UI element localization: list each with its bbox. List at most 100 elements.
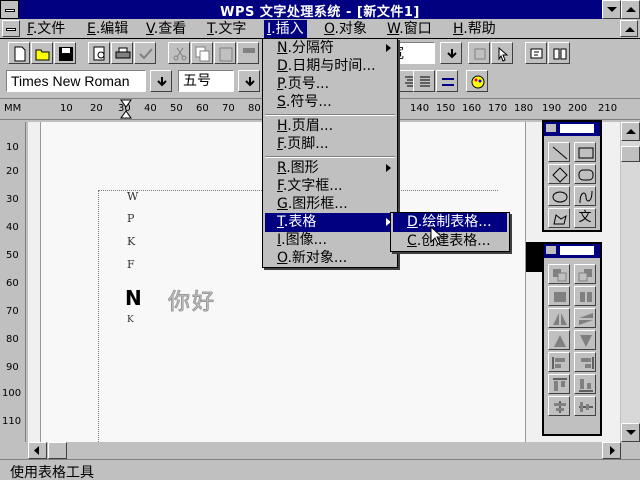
rectangle-icon	[578, 147, 594, 159]
font-size-dropdown[interactable]	[238, 70, 260, 92]
ruler-tick: 200	[568, 103, 588, 114]
width-combo-dropdown[interactable]	[440, 42, 462, 64]
align-left-icon	[552, 357, 565, 369]
menu-edit[interactable]: E.编辑	[84, 20, 131, 38]
font-size-combo[interactable]: 五号	[178, 70, 234, 92]
line-tool-button[interactable]	[548, 142, 570, 162]
curve-tool-button[interactable]	[574, 186, 596, 206]
horizontal-scrollbar[interactable]	[28, 442, 621, 459]
format-painter-button[interactable]	[237, 42, 259, 64]
menu-object[interactable]: O.对象	[321, 20, 370, 38]
menu-item-footer[interactable]: F.页脚...	[265, 135, 395, 154]
font-name-dropdown[interactable]	[150, 70, 172, 92]
menu-item-text-frame[interactable]: F.文字框...	[265, 177, 395, 196]
palette-dock-handle[interactable]	[526, 242, 542, 272]
maximize-button[interactable]	[621, 0, 640, 19]
menu-help[interactable]: H.帮助	[450, 20, 499, 38]
menu-object-key: O	[324, 21, 335, 37]
open-button[interactable]	[31, 42, 53, 64]
menu-item-graphic[interactable]: R.图形	[265, 159, 395, 178]
document-restore-button[interactable]	[620, 20, 638, 37]
copy-button[interactable]	[191, 42, 213, 64]
diamond-tool-button[interactable]	[548, 164, 570, 184]
align-center-vertical-button[interactable]	[574, 396, 596, 416]
doc-letter: K	[127, 235, 136, 248]
menu-item-new-object[interactable]: O.新对象...	[265, 249, 395, 268]
flip-horizontal-button[interactable]	[548, 308, 570, 328]
menu-item-label: .新对象...	[287, 250, 348, 266]
pointer-tool-button[interactable]	[491, 42, 513, 64]
rotate-left-button[interactable]	[548, 330, 570, 350]
menu-item-page-number[interactable]: P.页号...	[265, 75, 395, 94]
freeform-tool-button[interactable]	[548, 208, 570, 228]
help-pointer-button[interactable]	[525, 42, 547, 64]
align-justify-button[interactable]	[413, 70, 435, 92]
scroll-up-button[interactable]	[621, 122, 640, 141]
rotate-right-button[interactable]	[574, 330, 596, 350]
flip-vertical-button[interactable]	[574, 308, 596, 328]
paste-button[interactable]	[214, 42, 236, 64]
menu-insert[interactable]: I.插入	[264, 20, 307, 38]
arrow-left-icon	[34, 446, 39, 455]
menu-item-table[interactable]: T.表格	[265, 213, 395, 232]
rectangle-tool-button[interactable]	[574, 142, 596, 162]
menu-item-image[interactable]: I.图像...	[265, 231, 395, 250]
frame-tool-button[interactable]	[468, 42, 490, 64]
horizontal-scroll-thumb[interactable]	[48, 442, 67, 459]
ellipse-tool-button[interactable]	[548, 186, 570, 206]
menu-item-graphic-frame[interactable]: G.图形框...	[265, 195, 395, 214]
menu-item-label: .表格	[283, 214, 317, 230]
menu-item-create-table[interactable]: C.创建表格...	[393, 232, 507, 251]
menu-item-break[interactable]: N.分隔符	[265, 39, 395, 58]
scroll-right-button[interactable]	[602, 442, 621, 459]
ellipse-icon	[552, 191, 568, 203]
palette-close-box[interactable]	[546, 246, 556, 254]
menu-window[interactable]: W.窗口	[384, 20, 435, 38]
vruler-tick: 30	[6, 194, 19, 205]
align-top-button[interactable]	[548, 374, 570, 394]
align-left-button[interactable]	[548, 352, 570, 372]
align-middle-button[interactable]	[548, 396, 570, 416]
scroll-down-button[interactable]	[621, 423, 640, 442]
drawing-palette-titlebar[interactable]	[544, 122, 600, 136]
menu-item-header[interactable]: H.页眉...	[265, 117, 395, 136]
vertical-scrollbar[interactable]	[621, 122, 640, 442]
print-preview-button[interactable]	[88, 42, 110, 64]
menu-item-symbol[interactable]: S.符号...	[265, 93, 395, 112]
document-system-menu-button[interactable]	[2, 20, 20, 37]
ungroup-button[interactable]	[574, 286, 596, 306]
scroll-left-button[interactable]	[28, 442, 47, 459]
indent-marker-icon[interactable]	[120, 99, 132, 119]
vruler-tick: 110	[2, 416, 22, 427]
save-button[interactable]	[54, 42, 76, 64]
send-back-button[interactable]	[574, 264, 596, 284]
distribute-button[interactable]	[436, 70, 458, 92]
print-button[interactable]	[111, 42, 133, 64]
doc-letter: P	[127, 212, 135, 225]
ruler-tick: 210	[598, 103, 618, 114]
align-bottom-button[interactable]	[574, 374, 596, 394]
font-name-combo[interactable]: Times New Roman	[6, 70, 146, 92]
arrange-palette-titlebar[interactable]	[544, 244, 600, 258]
align-right-button[interactable]	[574, 352, 596, 372]
menu-item-date-time[interactable]: D.日期与时间...	[265, 57, 395, 76]
menu-view[interactable]: V.查看	[143, 20, 189, 38]
ruler-tick: 70	[222, 103, 235, 114]
group-button[interactable]	[548, 286, 570, 306]
menu-text[interactable]: T.文字	[204, 20, 249, 38]
new-document-button[interactable]	[8, 42, 30, 64]
menu-item-draw-table[interactable]: D.绘制表格...	[393, 213, 507, 232]
text-tool-button[interactable]: 文	[574, 208, 596, 228]
vertical-scroll-track[interactable]	[621, 141, 640, 423]
book-button[interactable]	[548, 42, 570, 64]
arrow-down-icon	[157, 77, 167, 87]
cut-button[interactable]	[168, 42, 190, 64]
bring-front-button[interactable]	[548, 264, 570, 284]
rounded-rect-tool-button[interactable]	[574, 164, 596, 184]
color-palette-button[interactable]	[466, 70, 488, 92]
spell-check-button[interactable]	[134, 42, 156, 64]
vertical-scroll-thumb[interactable]	[621, 146, 640, 162]
palette-close-box[interactable]	[546, 124, 556, 132]
menu-file[interactable]: F.文件	[24, 20, 68, 38]
minimize-button[interactable]	[602, 0, 621, 19]
